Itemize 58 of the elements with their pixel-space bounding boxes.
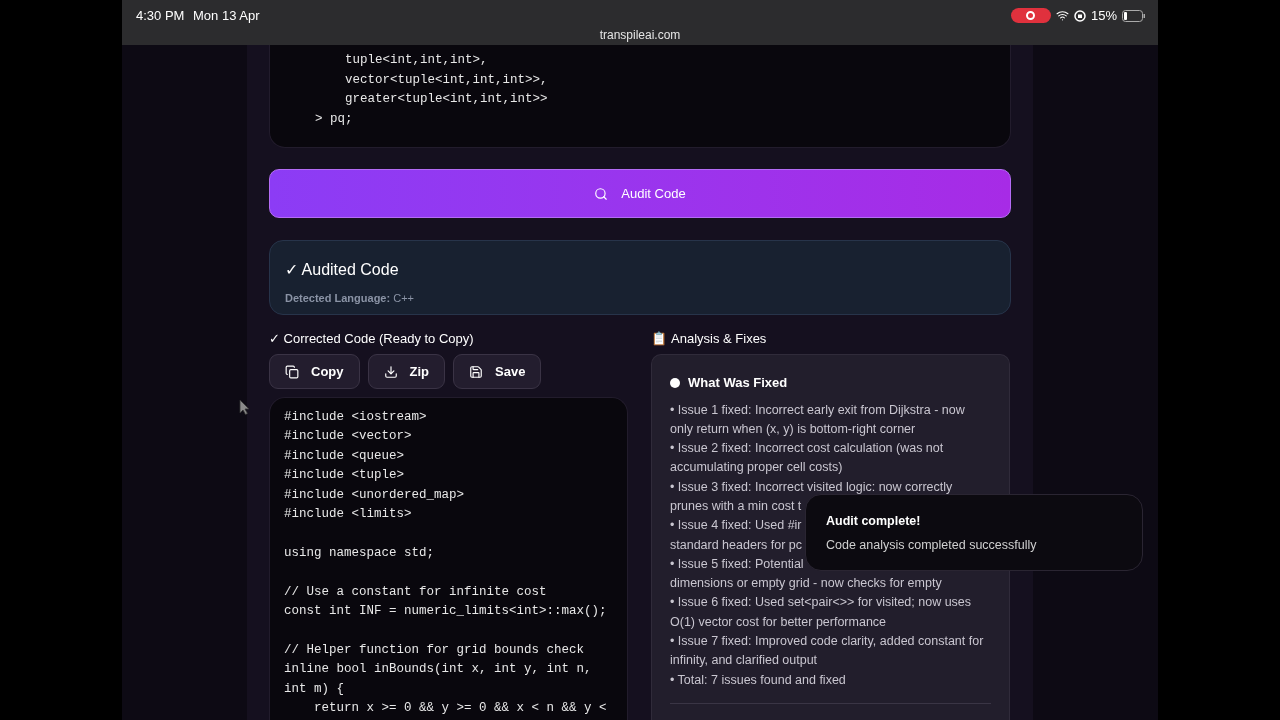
code-line: int m) {	[284, 680, 344, 698]
code-line: // Helper function for grid bounds check	[284, 641, 585, 659]
toast-title: Audit complete!	[826, 513, 921, 530]
status-date: Mon 13 Apr	[193, 7, 260, 25]
wifi-icon	[1055, 9, 1069, 23]
code-line: tuple<int,int,int>,	[344, 52, 488, 69]
code-line: #include <iostream>	[284, 409, 427, 426]
zip-button[interactable]: Zip	[367, 354, 445, 389]
fix-line: • Issue 6 fixed: Used set<pair<>> for visited; now uses	[670, 594, 972, 612]
code-line: // Use a constant for infinite cost	[284, 583, 547, 601]
fix-line: • Issue 4 fixed: Used #ir	[670, 517, 802, 535]
code-line: #include <vector>	[284, 428, 412, 446]
fix-line: prunes with a min cost t	[670, 498, 802, 515]
code-line: #include <unordered_map>	[284, 486, 465, 504]
code-line: vector<tuple<int,int,int>>,	[344, 71, 548, 89]
code-line: inline bool inBounds(int x, int y, int n,	[284, 661, 592, 679]
fix-line: accumulating proper cell costs)	[670, 459, 843, 477]
search-icon	[594, 186, 609, 201]
section-title: ✓ Corrected Code (Ready to Copy)	[269, 330, 474, 347]
code-line: #include <queue>	[284, 447, 405, 465]
clipboard-icon: 📋	[651, 330, 667, 347]
fix-line: only return when (x, y) is bottom-right corner	[670, 420, 916, 438]
bullet-icon	[670, 377, 680, 388]
fix-line: infinity, and clarified output	[670, 652, 818, 670]
fixes-heading: What Was Fixed	[688, 374, 788, 392]
code-line: using namespace std;	[284, 544, 435, 562]
fix-line: • Total: 7 issues found and fixed	[670, 671, 846, 689]
fix-line: dimensions or empty grid - now checks for empty	[670, 575, 942, 593]
fix-line: • Issue 3 fixed: Incorrect visited logic: now correctly	[670, 478, 953, 496]
save-button[interactable]: Save	[453, 354, 542, 389]
battery-percent: 15%	[1090, 7, 1117, 25]
save-icon	[469, 364, 483, 379]
fix-line: • Issue 5 fixed: Potential	[670, 555, 804, 573]
mouse-cursor-icon	[239, 399, 250, 415]
code-line: #include <tuple>	[284, 467, 405, 485]
copy-icon	[285, 364, 299, 379]
rotation-lock-icon	[1073, 9, 1086, 22]
url-label: transpileai.com	[599, 27, 681, 44]
code-line: const int INF = numeric_limits<int>::max();	[284, 603, 607, 621]
screen-record-icon	[1010, 8, 1051, 24]
fix-line: • Issue 2 fixed: Incorrect cost calculation (was not	[670, 440, 944, 458]
code-line: > pq;	[315, 110, 353, 128]
section-title: Analysis & Fixes	[671, 330, 767, 347]
toast-message: Code analysis completed successfully	[826, 536, 1037, 554]
detected-language: Detected Language: C++	[285, 291, 414, 306]
fix-line: • Issue 1 fixed: Incorrect early exit from Dijkstra - now	[670, 401, 965, 419]
download-icon	[383, 364, 398, 379]
code-line: #include <limits>	[284, 506, 412, 524]
fix-line: O(1) vector cost for better performance	[670, 613, 887, 631]
fix-line: standard headers for pc	[670, 536, 803, 554]
battery-icon	[1122, 9, 1146, 22]
status-time: 4:30 PM	[136, 7, 185, 25]
audit-code-button[interactable]: Audit Code	[269, 169, 1011, 218]
result-title: ✓ Audited Code	[285, 260, 399, 280]
code-line: greater<tuple<int,int,int>>	[344, 91, 548, 108]
fix-line: • Issue 7 fixed: Improved code clarity, added constant for	[670, 633, 984, 651]
copy-button[interactable]: Copy	[269, 354, 360, 389]
code-line: return x >= 0 && y >= 0 && x < n && y <	[313, 700, 607, 718]
